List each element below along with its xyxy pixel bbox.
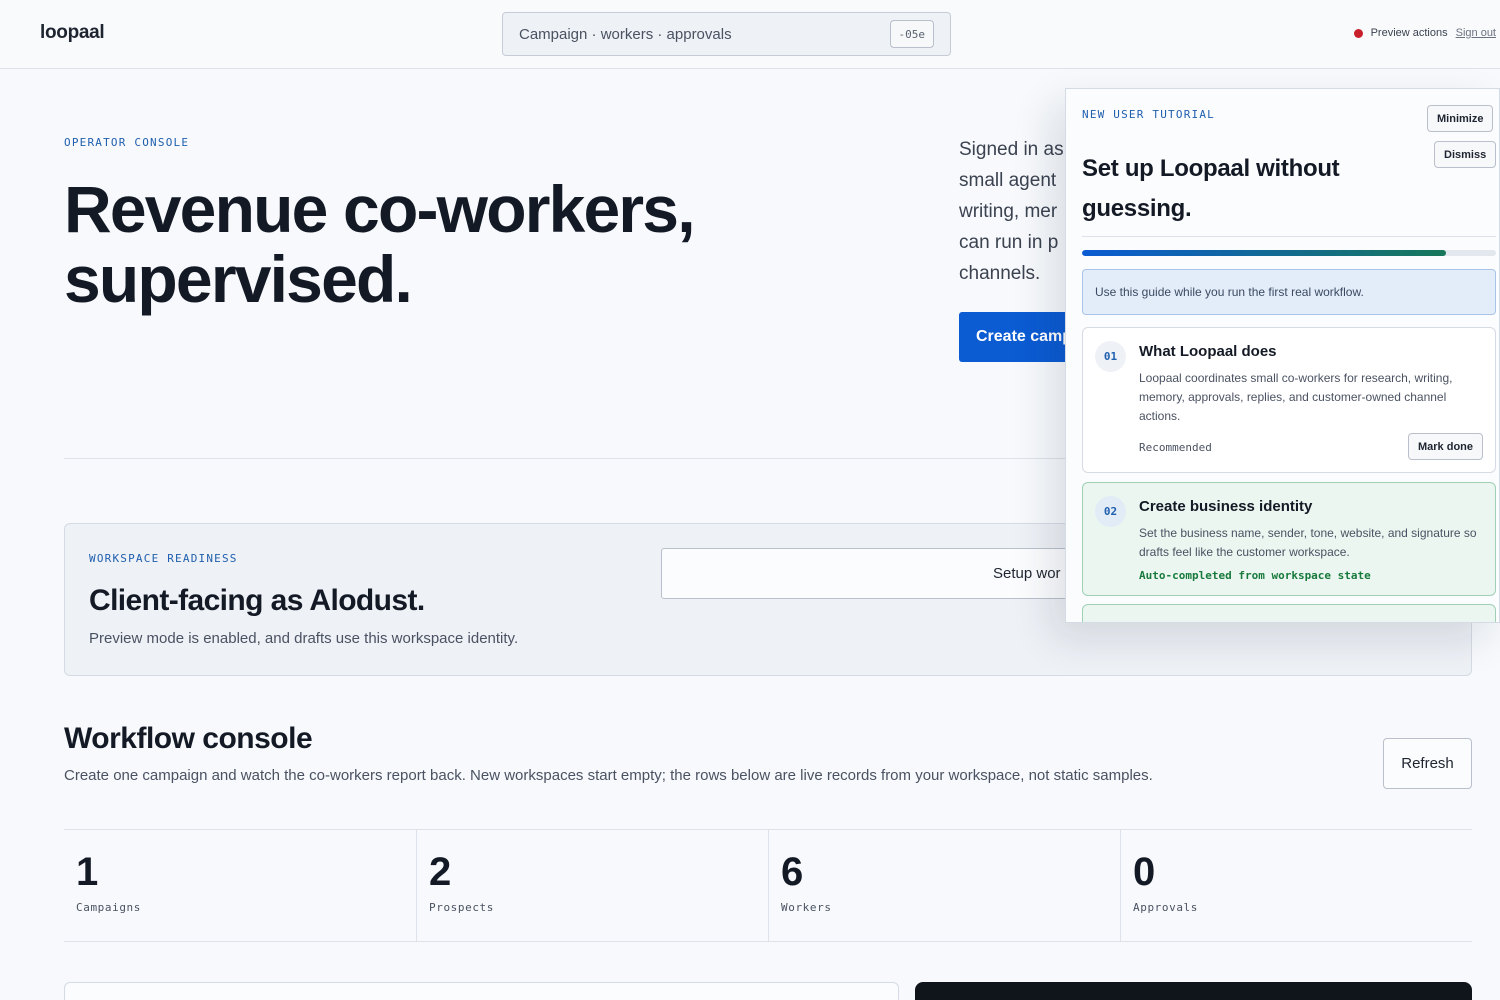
workflow-console-description: Create one campaign and watch the co-wor… [64,767,1153,784]
tutorial-progress-fill [1082,250,1447,256]
minimize-button[interactable]: Minimize [1427,105,1494,132]
activity-panel [915,982,1472,1000]
step-number: 02 [1095,496,1126,527]
stat-value: 0 [1133,850,1156,894]
header-actions: Preview actions Sign out [1353,27,1496,39]
sign-out-link[interactable]: Sign out [1456,27,1496,39]
stat-label: Campaigns [76,901,142,914]
command-search[interactable]: Campaign · workers · approvals -05e [502,12,951,56]
stat-value: 2 [429,850,452,894]
stat-label: Prospects [429,901,495,914]
readiness-description: Preview mode is enabled, and drafts use … [89,630,519,647]
hero-description: Signed in as small agent writing, mer ca… [959,134,1069,294]
workflow-console-title: Workflow console [64,722,313,755]
stat-label: Approvals [1133,901,1199,914]
readiness-eyebrow: WORKSPACE READINESS [89,552,238,565]
brand-logo[interactable]: loopaal [40,22,105,44]
guide-note: Use this guide while you run the first r… [1082,269,1496,315]
section-divider [64,458,1066,459]
stat-value: 1 [76,850,99,894]
step-title: What Loopaal does [1139,343,1277,360]
search-placeholder: Campaign · workers · approvals [519,25,732,43]
hero-title: Revenue co-workers, supervised. [64,172,696,316]
step-description: Set the business name, sender, tone, web… [1139,526,1477,559]
step-status: Recommended [1139,441,1212,454]
search-shortcut-badge: -05e [889,20,934,48]
step-number: 01 [1095,341,1126,372]
preview-actions-label[interactable]: Preview actions [1371,27,1448,39]
hero-desc-line: can run in p [959,232,1059,253]
stats-row: 1 Campaigns 2 Prospects 6 Workers 0 Appr… [64,829,1472,942]
tutorial-divider [1082,236,1496,237]
stat-workers: 6 Workers [768,830,1120,941]
status-dot-icon [1353,28,1363,38]
tutorial-panel: NEW USER TUTORIAL Set up Loopaal without… [1065,88,1500,623]
hero-desc-line: writing, mer [959,201,1058,222]
tutorial-title: Set up Loopaal without guessing. [1082,155,1340,222]
hero-eyebrow: OPERATOR CONSOLE [64,136,190,149]
dismiss-button[interactable]: Dismiss [1434,141,1497,168]
step-title: Create business identity [1139,498,1313,515]
readiness-title: Client-facing as Alodust. [89,584,425,617]
setup-workspace-button[interactable]: Setup wor [661,548,1081,599]
hero-desc-line: small agent [959,170,1057,191]
hero-desc-line: Signed in as [959,139,1064,160]
step-status: Auto-completed from workspace state [1139,569,1371,582]
stat-label: Workers [781,901,832,914]
stat-value: 6 [781,850,804,894]
tutorial-step-collapsed[interactable] [1082,604,1496,622]
campaign-panel [64,982,899,1000]
stat-campaigns: 1 Campaigns [64,830,416,941]
step-description: Loopaal coordinates small co-workers for… [1139,371,1453,423]
mark-done-button[interactable]: Mark done [1408,433,1484,460]
stat-approvals: 0 Approvals [1120,830,1472,941]
hero-desc-line: channels. [959,263,1041,284]
tutorial-eyebrow: NEW USER TUTORIAL [1082,108,1215,121]
tutorial-progress-bar [1082,250,1496,256]
tutorial-step: 01 What Loopaal does Loopaal coordinates… [1082,327,1496,473]
tutorial-step: 02 Create business identity Set the busi… [1082,482,1496,596]
refresh-button[interactable]: Refresh [1383,738,1472,789]
stat-prospects: 2 Prospects [416,830,768,941]
top-bar: loopaal Campaign · workers · approvals -… [0,0,1500,69]
